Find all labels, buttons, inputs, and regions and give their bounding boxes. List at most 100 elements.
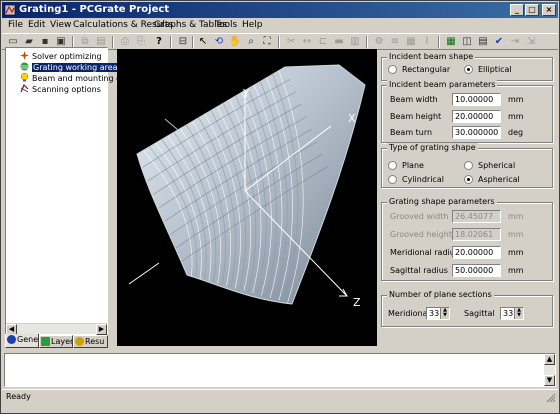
beam-height-input[interactable]: 20.00000 xyxy=(452,110,501,123)
cut-icon[interactable]: ✂ xyxy=(284,35,298,49)
beam-turn-input[interactable]: 30.000000 xyxy=(452,126,501,139)
frame-icon[interactable]: ⊟ xyxy=(176,35,190,49)
scroll-right-icon[interactable]: ▶ xyxy=(96,324,107,335)
radio-spherical[interactable]: Spherical xyxy=(464,161,515,170)
grooved-height-input: 18.02061 xyxy=(452,228,501,241)
menu-help[interactable]: Help xyxy=(242,20,263,30)
axis-label-x: X xyxy=(348,112,356,125)
radio-aspherical[interactable]: Aspherical xyxy=(464,175,520,184)
fit-view-icon[interactable]: ⛶ xyxy=(260,35,274,49)
sagittal-sections-spinner[interactable]: 33 ▲ ▼ xyxy=(500,307,524,320)
parameters-panel: Incident beam shape Rectangular Elliptic… xyxy=(381,49,557,347)
forward-icon[interactable]: ⇥ xyxy=(508,35,522,49)
rotate-icon[interactable]: ⟲ xyxy=(212,35,226,49)
plane-sections-group: Number of plane sections Meridional 33 ▲ ▼… xyxy=(381,290,553,327)
radio-elliptical[interactable]: Elliptical xyxy=(464,65,512,74)
general-tab-icon xyxy=(7,335,16,344)
table-icon[interactable]: ▦ xyxy=(444,35,458,49)
tree-item-solver[interactable]: Solver optimizing xyxy=(20,51,102,62)
grooved-width-label: Grooved width xyxy=(390,212,449,221)
radio-spherical-dot[interactable] xyxy=(464,161,473,170)
grating-icon xyxy=(20,62,29,71)
pipe-icon[interactable]: ⊏ xyxy=(316,35,330,49)
project-tree[interactable]: Solver optimizing Grating working area B… xyxy=(5,47,121,336)
print-icon[interactable]: ⎙ xyxy=(118,35,132,49)
sagittal-radius-input[interactable]: 50.00000 xyxy=(452,264,501,277)
layer-icon[interactable]: ≡ xyxy=(388,35,402,49)
zoom-icon[interactable]: ⌕ xyxy=(244,35,258,49)
output-vertical-scrollbar[interactable]: ▲ ▼ xyxy=(544,354,555,386)
menu-tools[interactable]: Tools xyxy=(215,20,237,30)
meridional-radius-unit: mm xyxy=(508,248,524,257)
maximize-button[interactable]: □ xyxy=(525,4,539,16)
radio-aspherical-dot[interactable] xyxy=(464,175,473,184)
menu-file[interactable]: File xyxy=(8,20,23,30)
meridional-sections-spinner[interactable]: 33 ▲ ▼ xyxy=(426,307,450,320)
radio-rectangular[interactable]: Rectangular xyxy=(388,65,450,74)
beam-width-unit: mm xyxy=(508,95,524,104)
block-icon[interactable]: ▬ xyxy=(332,35,346,49)
print-preview-icon[interactable]: ⎘ xyxy=(134,35,148,49)
radio-plane[interactable]: Plane xyxy=(388,161,424,170)
grating-surface-render: Y X Z xyxy=(128,64,366,309)
tab-layers[interactable]: Layer xyxy=(39,335,73,348)
tree-item-scanning[interactable]: Scanning options xyxy=(20,84,101,95)
scroll-up-icon[interactable]: ▲ xyxy=(544,354,555,365)
3d-view-icon[interactable]: ◫ xyxy=(460,35,474,49)
spinner-updown-icon[interactable]: ▲ ▼ xyxy=(514,308,523,319)
radio-elliptical-dot[interactable] xyxy=(464,65,473,74)
radio-plane-dot[interactable] xyxy=(388,161,397,170)
plane-sections-title: Number of plane sections xyxy=(387,290,494,299)
tab-results[interactable]: Resu xyxy=(73,335,108,348)
incident-shape-group: Incident beam shape Rectangular Elliptic… xyxy=(381,52,553,81)
beam-params-title: Incident beam parameters xyxy=(387,80,498,89)
report-icon[interactable]: ▤ xyxy=(476,35,490,49)
stack-icon[interactable]: ▥ xyxy=(348,35,362,49)
graph-icon[interactable]: ⌇ xyxy=(420,35,434,49)
check-icon[interactable]: ✔ xyxy=(492,35,506,49)
beam-height-unit: mm xyxy=(508,112,524,121)
radio-rectangular-dot[interactable] xyxy=(388,65,397,74)
menu-bar: File Edit View Calculations & Results Gr… xyxy=(2,18,558,33)
expand-icon[interactable]: ⇲ xyxy=(524,35,538,49)
status-bar: Ready xyxy=(2,389,558,403)
tab-general[interactable]: Gener xyxy=(5,334,39,348)
arrow-icon[interactable]: ↔ xyxy=(300,35,314,49)
radio-cylindrical-dot[interactable] xyxy=(388,175,397,184)
pointer-icon[interactable]: ↖ xyxy=(196,35,210,49)
tree-item-grating[interactable]: Grating working area xyxy=(20,62,119,73)
pan-hand-icon[interactable]: ✋ xyxy=(228,35,242,49)
settings-icon[interactable]: ⚙ xyxy=(372,35,386,49)
beam-width-label: Beam width xyxy=(390,95,438,104)
solver-icon xyxy=(20,51,29,60)
title-bar[interactable]: Grating1 - PCGrate Project _ □ × xyxy=(2,2,558,18)
minimize-button[interactable]: _ xyxy=(510,4,524,16)
meridional-radius-input[interactable]: 20.00000 xyxy=(452,246,501,259)
menu-view[interactable]: View xyxy=(50,20,71,30)
axis-label-y: Y xyxy=(242,87,250,100)
axis-line-neg xyxy=(128,262,160,285)
sagittal-radius-label: Sagittal radius xyxy=(390,266,448,275)
tree-horizontal-scrollbar[interactable]: ◀ ▶ xyxy=(6,323,107,335)
help-icon[interactable]: ? xyxy=(152,35,166,49)
tree-item-beam[interactable]: Beam and mounting g xyxy=(20,73,121,84)
close-button[interactable]: × xyxy=(542,4,556,16)
meridional-sections-label: Meridional xyxy=(388,309,430,318)
window-title: Grating1 - PCGrate Project xyxy=(19,4,170,15)
grooved-width-unit: mm xyxy=(508,212,524,221)
spinner-updown-icon[interactable]: ▲ ▼ xyxy=(440,308,449,319)
menu-edit[interactable]: Edit xyxy=(28,20,45,30)
axis-label-z: Z xyxy=(353,296,361,309)
shape-params-title: Grating shape parameters xyxy=(387,197,497,206)
sagittal-radius-unit: mm xyxy=(508,266,524,275)
scroll-down-icon[interactable]: ▼ xyxy=(544,375,555,386)
resize-grip-icon[interactable] xyxy=(545,392,556,403)
beam-params-group: Incident beam parameters Beam width 10.0… xyxy=(381,80,553,143)
output-log[interactable]: ▲ ▼ xyxy=(4,353,556,387)
grooved-width-input: 26.45077 xyxy=(452,210,501,223)
beam-width-input[interactable]: 10.00000 xyxy=(452,93,501,106)
grating-3d-viewport[interactable]: Y X Z xyxy=(117,49,377,346)
radio-cylindrical[interactable]: Cylindrical xyxy=(388,175,444,184)
left-tab-strip: Gener Layer Resu xyxy=(5,334,108,348)
calc-icon[interactable]: ▦ xyxy=(404,35,418,49)
